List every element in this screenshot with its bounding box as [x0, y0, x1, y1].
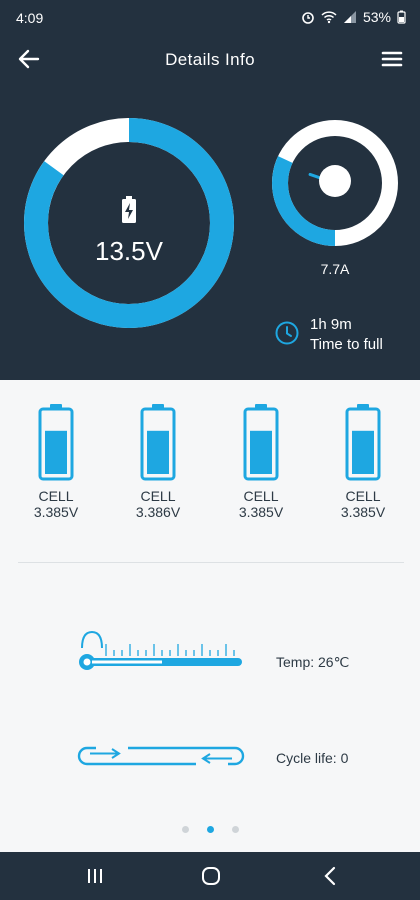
status-icons: 53%: [301, 9, 406, 25]
current-dial: [272, 120, 398, 246]
page-dot[interactable]: [206, 826, 214, 833]
cell-card: CELL 3.385V: [323, 402, 403, 520]
alarm-icon: [302, 12, 314, 24]
cell-card: CELL 3.385V: [16, 402, 96, 520]
cell-battery-icon: [243, 404, 279, 481]
clock-icon: [275, 321, 299, 345]
pack-voltage: 13.5V: [95, 236, 163, 266]
recents-icon[interactable]: [80, 864, 110, 888]
cell-voltage: 3.386V: [135, 504, 181, 520]
back-nav-icon[interactable]: [316, 864, 346, 888]
current-value: 7.7A: [320, 261, 350, 277]
page-title: Details Info: [165, 50, 255, 69]
status-time: 4:09: [16, 10, 44, 26]
page-indicator: [0, 826, 420, 833]
status-battery-text: 53%: [362, 9, 391, 25]
cell-voltage: 3.385V: [340, 504, 386, 520]
page-dot[interactable]: [181, 826, 189, 833]
thermometer-icon: [79, 630, 242, 670]
cell-card: CELL 3.385V: [221, 402, 301, 520]
status-battery-icon: [397, 10, 406, 24]
cell-battery-icon: [38, 404, 74, 481]
cycle-life-text: Cycle life: 0: [276, 750, 349, 766]
time-to-full-value: 1h 9m: [310, 316, 352, 333]
cell-battery-icon: [140, 404, 176, 481]
app-bar: Details Info: [0, 36, 420, 82]
cell-card: CELL 3.386V: [118, 402, 198, 520]
temperature-text: Temp: 26℃: [276, 654, 350, 670]
cell-label: CELL: [243, 488, 279, 504]
cell-label: CELL: [38, 488, 74, 504]
status-bar: 4:09 53%: [0, 0, 420, 36]
cell-label: CELL: [140, 488, 176, 504]
battery-icon: [122, 196, 136, 223]
cell-label: CELL: [345, 488, 381, 504]
wifi-icon: [321, 11, 337, 24]
navigation-bar: [0, 852, 420, 900]
page-dot[interactable]: [231, 826, 239, 833]
signal-icon: [343, 11, 356, 23]
divider: [18, 562, 404, 563]
cell-battery-icon: [345, 404, 381, 481]
time-to-full-label: Time to full: [310, 336, 383, 353]
menu-icon[interactable]: [380, 48, 404, 70]
home-icon[interactable]: [196, 864, 226, 888]
cell-voltage: 3.385V: [33, 504, 79, 520]
cell-voltage: 3.385V: [238, 504, 284, 520]
cycle-icon: [77, 746, 245, 766]
